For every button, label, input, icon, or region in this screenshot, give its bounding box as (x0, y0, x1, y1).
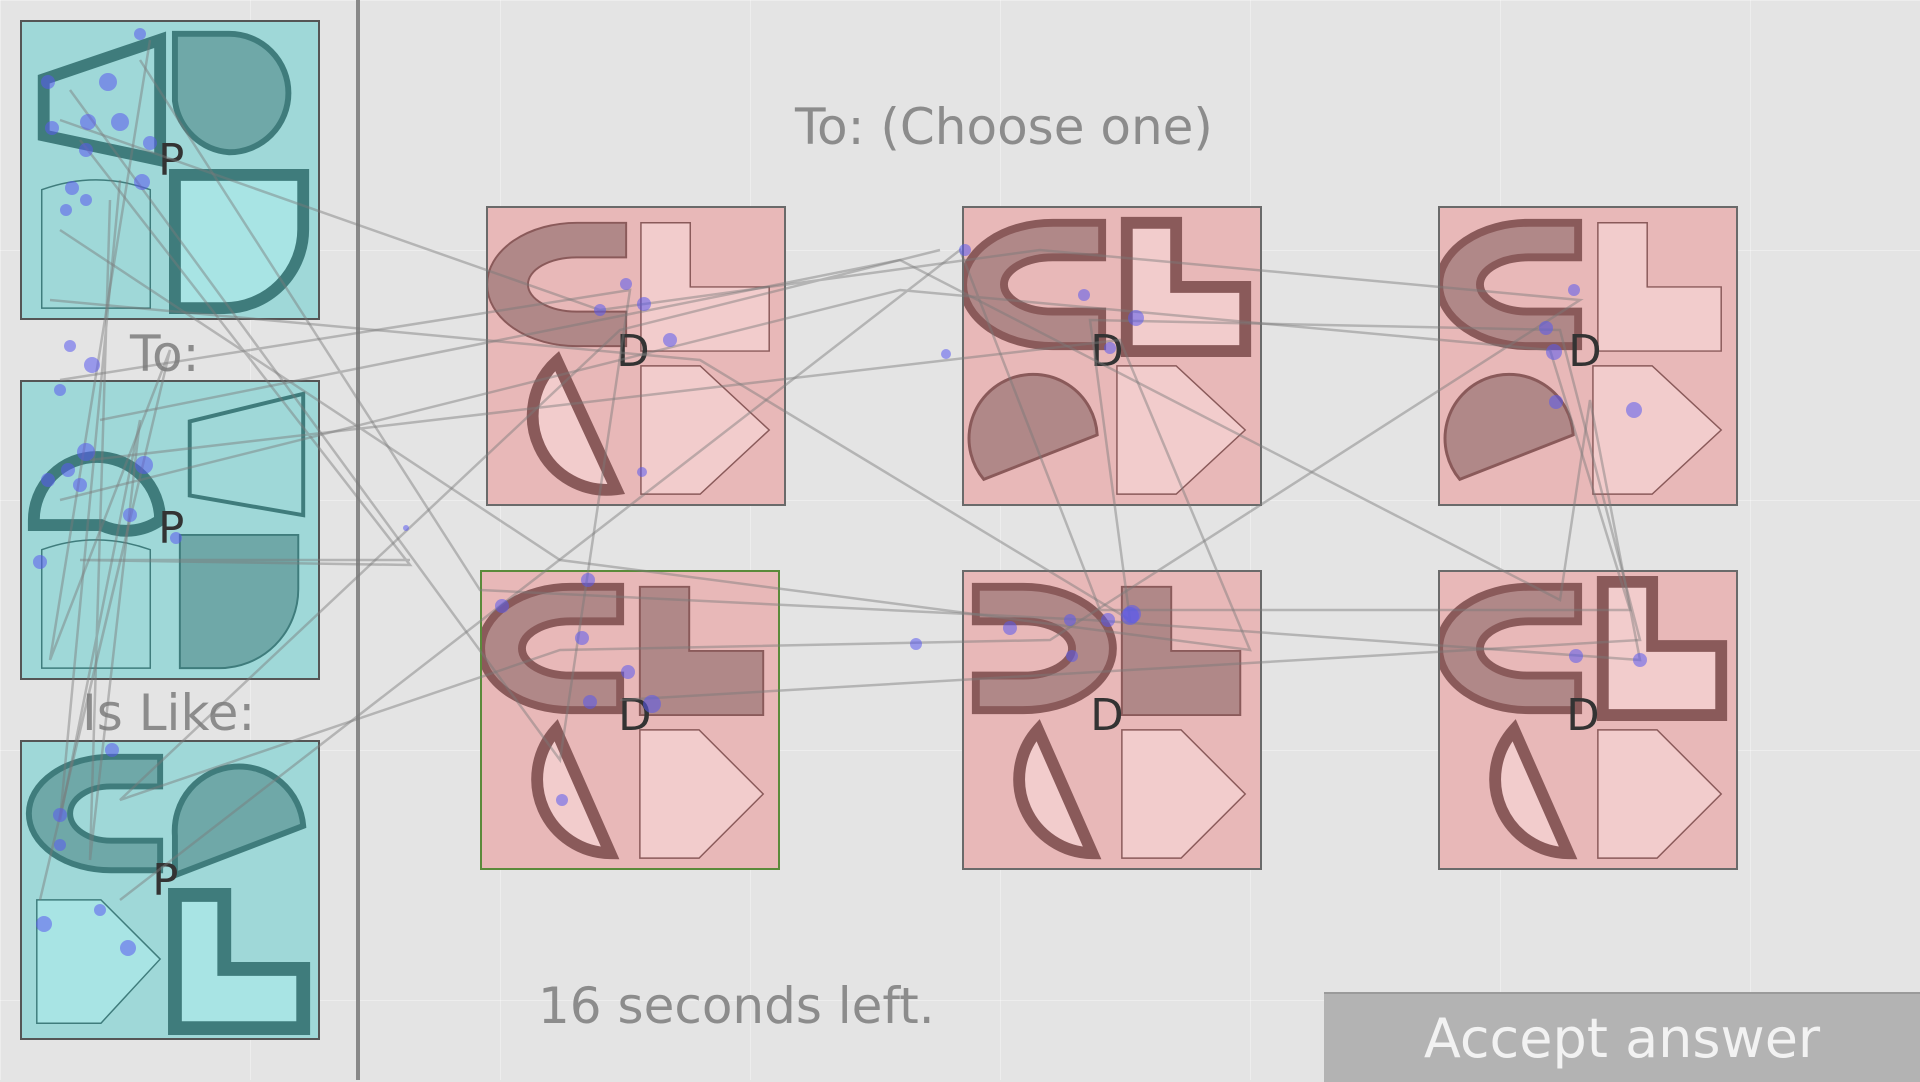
option-card-4-shapes: D (482, 582, 765, 860)
source-card-top: P (20, 20, 320, 320)
source-card-middle-letter: P (158, 504, 184, 554)
option-card-4[interactable]: D (480, 570, 780, 870)
choose-title: To: (Choose one) (795, 98, 1213, 156)
option-card-6[interactable]: D (1438, 570, 1738, 870)
to-label: To: (130, 325, 200, 383)
countdown-timer: 16 seconds left. (538, 977, 935, 1035)
option-card-6-shapes: D (1440, 575, 1728, 860)
source-card-bottom-shapes: P (25, 753, 311, 1036)
source-card-middle-shapes: P (27, 391, 306, 670)
source-card-bottom-letter: P (152, 856, 178, 906)
option-card-1-shapes: D (488, 221, 771, 496)
option-card-2[interactable]: D (962, 206, 1262, 506)
option-card-6-letter: D (1566, 691, 1599, 741)
option-card-3-shapes: D (1440, 218, 1723, 495)
accept-answer-button[interactable]: Accept answer (1324, 992, 1920, 1082)
option-card-2-letter: D (1090, 327, 1123, 377)
source-card-top-letter: P (158, 136, 184, 186)
option-card-5[interactable]: D (962, 570, 1262, 870)
column-divider (356, 0, 360, 1080)
option-card-5-shapes: D (971, 582, 1247, 860)
source-card-bottom: P (20, 740, 320, 1040)
is-like-label: Is Like: (82, 684, 256, 742)
option-card-1[interactable]: D (486, 206, 786, 506)
option-card-2-shapes: D (964, 216, 1252, 495)
option-card-1-letter: D (616, 327, 649, 377)
option-card-3[interactable]: D (1438, 206, 1738, 506)
option-card-3-letter: D (1568, 327, 1601, 377)
option-card-4-letter: D (618, 691, 651, 741)
source-card-middle: P (20, 380, 320, 680)
option-card-5-letter: D (1090, 691, 1123, 741)
source-card-top-shapes: P (37, 30, 310, 315)
